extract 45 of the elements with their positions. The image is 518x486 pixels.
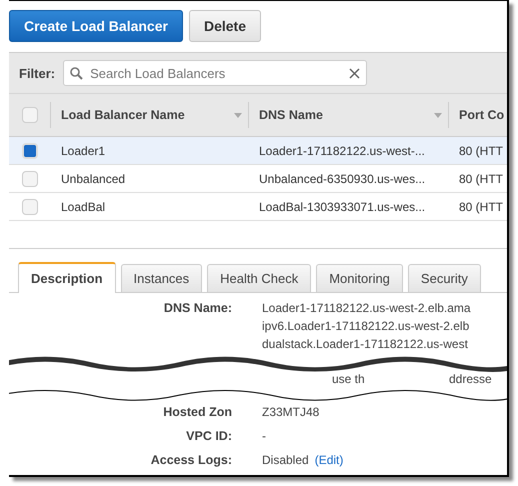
close-icon[interactable] [349,68,360,78]
field-value: - [262,429,266,443]
edit-link[interactable]: (Edit) [314,453,344,467]
table-row[interactable]: Unbalanced Unbalanced-6350930.us-wes... 80 (HTT [9,165,507,193]
row-checkbox[interactable] [22,170,38,186]
table-cell: LoadBal-1303933071.us-wes... [259,200,426,214]
column-header[interactable]: DNS Name [259,108,323,122]
field-value: Disabled (Edit) [262,453,344,467]
column-header[interactable]: Port Co [459,108,504,122]
create-button[interactable]: Create Load Balancer [9,10,183,42]
field-label: Hosted Zon [162,405,232,419]
field-label: Access Logs: [150,453,232,467]
torn-text-fragment: use th [332,372,365,386]
table-cell: 80 (HTT [459,200,504,214]
field-value: Z33MTJ48 [262,405,320,419]
search-icon [70,66,84,80]
table-cell: Loader1 [61,144,106,158]
select-all-checkbox[interactable] [22,107,38,123]
tab[interactable]: Instances [120,264,202,292]
search-box[interactable]: Search Load Balancers [63,60,368,86]
filter-label: Filter: [19,66,56,80]
column-header[interactable]: Load Balancer Name [61,108,185,122]
tab[interactable]: Security [408,264,481,292]
table-cell: Unbalanced [61,172,126,186]
table-cell: Unbalanced-6350930.us-wes... [259,172,426,186]
table-cell: 80 (HTT [459,144,504,158]
sort-caret-icon[interactable] [234,112,242,118]
table-row[interactable]: Loader1 Loader1-171182122.us-west-... 80 (HTT [9,137,507,165]
field-value: ipv6.Loader1-171182122.us-west-2.elb [262,319,470,333]
row-checkbox[interactable] [22,198,38,214]
row-checkbox[interactable] [22,142,38,158]
sort-caret-icon[interactable] [434,112,442,118]
field-label: DNS Name: [162,301,232,317]
field-label: VPC ID: [185,429,232,443]
table-cell: LoadBal [61,200,106,214]
delete-button[interactable]: Delete [188,10,261,42]
table-cell: 80 (HTT [459,172,504,186]
tab[interactable]: Health Check [207,264,312,292]
tab[interactable]: Description [18,262,116,293]
table-row[interactable]: LoadBal LoadBal-1303933071.us-wes... 80 (HTT [9,193,507,221]
field-value: dualstack.Loader1-171182122.us-west [262,337,469,351]
table-cell: Loader1-171182122.us-west-... [259,144,425,158]
field-value: Loader1-171182122.us-west-2.elb.ama [262,301,471,315]
torn-text-fragment: ddresse [449,372,492,386]
tab[interactable]: Monitoring [316,264,403,292]
